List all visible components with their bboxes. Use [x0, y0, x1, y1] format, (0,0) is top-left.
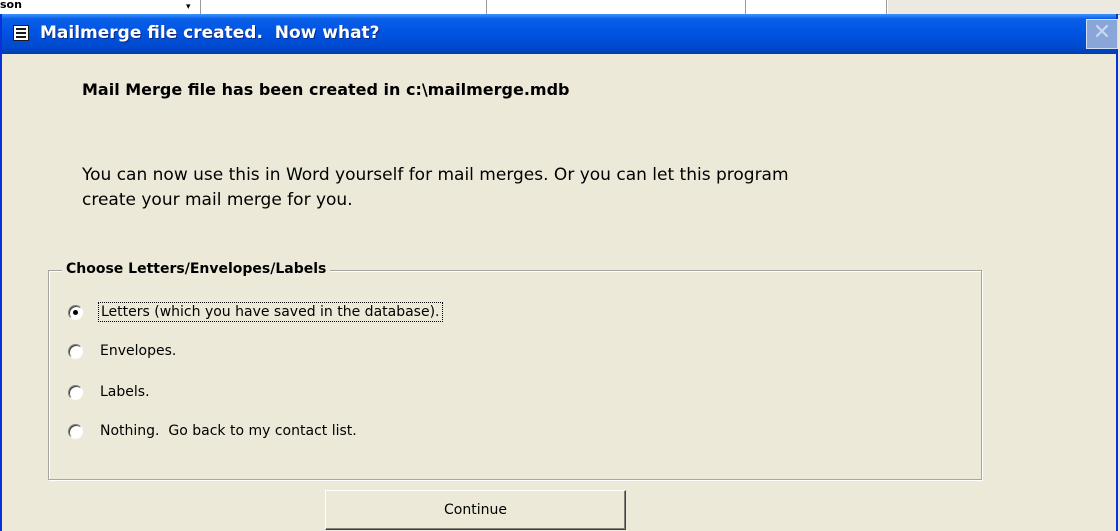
option-letters[interactable]: Letters (which you have saved in the dat… [68, 301, 443, 323]
radio-envelopes[interactable] [68, 343, 83, 359]
background-app-strip: son ▾ [0, 0, 1120, 15]
form-icon [13, 25, 29, 41]
close-icon: ✕ [1092, 20, 1112, 45]
instructions-line-2: create your mail merge for you. [82, 190, 353, 210]
background-cell [746, 0, 887, 14]
background-cell: son [0, 0, 201, 14]
option-nothing[interactable]: Nothing. Go back to my contact list. [68, 420, 359, 442]
dropdown-arrow-icon: ▾ [186, 2, 191, 12]
background-cell [487, 0, 746, 14]
option-labels-label[interactable]: Labels. [98, 383, 152, 401]
mailmerge-dialog: Mailmerge file created. Now what? ✕ Mail… [0, 14, 1118, 531]
close-button[interactable]: ✕ [1086, 19, 1118, 49]
background-cell-text: son [0, 0, 22, 11]
dialog-title: Mailmerge file created. Now what? [40, 23, 380, 43]
radio-letters[interactable] [68, 304, 83, 320]
option-labels[interactable]: Labels. [68, 381, 152, 403]
instructions-line-1: You can now use this in Word yourself fo… [82, 165, 789, 185]
background-shade [888, 0, 1120, 14]
radio-labels[interactable] [68, 384, 83, 400]
dialog-titlebar[interactable]: Mailmerge file created. Now what? ✕ [2, 14, 1118, 54]
instructions-text: You can now use this in Word yourself fo… [82, 163, 982, 213]
background-cell [201, 0, 487, 14]
continue-button[interactable]: Continue [325, 490, 626, 530]
option-letters-label[interactable]: Letters (which you have saved in the dat… [98, 302, 443, 322]
result-heading: Mail Merge file has been created in c:\m… [82, 80, 570, 99]
radio-nothing[interactable] [68, 423, 83, 439]
option-envelopes[interactable]: Envelopes. [68, 340, 178, 362]
groupbox-title: Choose Letters/Envelopes/Labels [62, 261, 331, 277]
option-nothing-label[interactable]: Nothing. Go back to my contact list. [98, 422, 359, 440]
option-envelopes-label[interactable]: Envelopes. [98, 342, 178, 360]
